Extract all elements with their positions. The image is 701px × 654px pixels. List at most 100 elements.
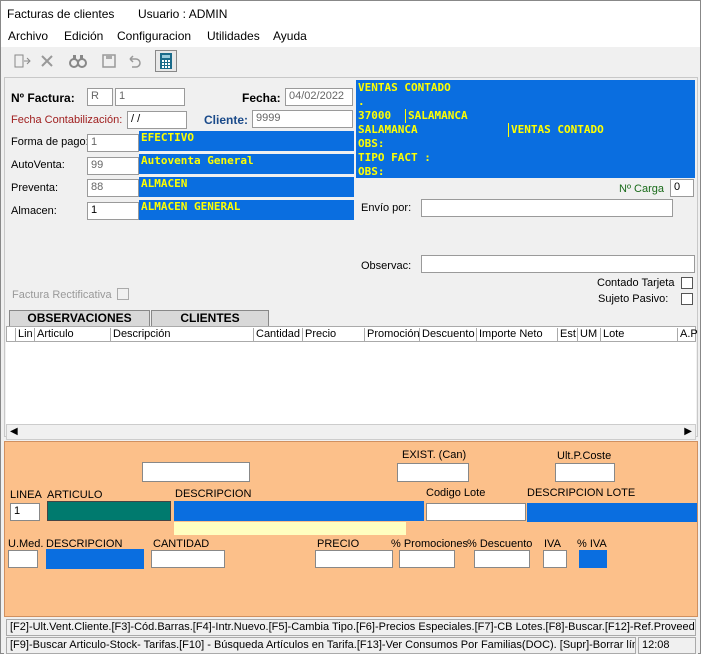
contado-tarjeta-checkbox[interactable] [681,277,693,289]
shortcuts-line-1: [F2]-Ult.Vent.Cliente.[F3]-Cód.Barras.[F… [6,619,696,636]
col-cantidad[interactable]: Cantidad [253,328,300,342]
contabilizacion-label: Fecha Contabilización: [11,114,123,126]
exist-label: EXIST. (Can) [402,449,467,461]
pct-iva-label: % IVA [577,538,607,550]
cantidad-label: CANTIDAD [153,538,210,550]
menu-edicion[interactable]: Edición [64,29,103,43]
col-ap[interactable]: A.P [677,328,698,342]
col-um[interactable]: UM [577,328,597,342]
contado-tarjeta-label: Contado Tarjeta [597,277,675,289]
ult-coste-label: Ult.P.Coste [557,450,612,462]
envio-label: Envío por: [361,202,412,214]
descripcion-label: DESCRIPCION [175,488,252,500]
carga-field[interactable]: 0 [670,179,694,197]
new-entry-icon[interactable] [11,50,33,72]
descuento-label: % Descuento [467,538,533,550]
cliente-label: Cliente: [204,113,249,127]
descripcion2-field[interactable] [46,549,144,569]
envio-field[interactable] [421,199,673,217]
codigo-lote-field[interactable] [426,503,526,521]
pct-iva-field[interactable] [579,550,607,568]
rectificativa-label: Factura Rectificativa [12,289,112,301]
forma-pago-code-field[interactable]: 1 [87,134,139,152]
client-info-line: OBS: [358,165,385,178]
menu-bar: Archivo Edición Configuracion Utilidades… [1,27,700,47]
calculator-icon[interactable] [155,50,177,72]
exist-field[interactable] [397,463,469,482]
undo-icon[interactable] [123,50,145,72]
col-lote[interactable]: Lote [600,328,624,342]
umed-label: U.Med. [8,538,44,550]
delete-icon[interactable] [36,50,58,72]
observac-field[interactable] [421,255,695,273]
autoventa-label: AutoVenta: [11,159,65,171]
save-icon[interactable] [98,50,120,72]
preventa-code-field[interactable]: 88 [87,179,139,197]
descuento-field[interactable] [474,550,530,568]
binoculars-icon[interactable] [67,50,89,72]
promociones-field[interactable] [399,550,455,568]
sujeto-pasivo-checkbox[interactable] [681,293,693,305]
almacen-code-field[interactable]: 1 [87,202,139,220]
line-detail-panel: EXIST. (Can) Ult.P.Coste LINEA 1 ARTICUL… [4,441,698,617]
col-lin[interactable]: Lin [15,328,33,342]
client-postal-code: 37000 [358,109,392,122]
status-clock: 12:08 [638,637,696,654]
col-promocion[interactable]: Promoción [364,328,420,342]
menu-configuracion[interactable]: Configuracion [117,29,191,43]
scroll-right-icon[interactable]: ▶ [684,426,692,437]
client-province: SALAMANCA [358,123,418,136]
status-bar: [F2]-Ult.Vent.Cliente.[F3]-Cód.Barras.[F… [4,618,698,654]
promociones-label: % Promociones [391,538,469,550]
precio-label: PRECIO [317,538,360,550]
serie-field[interactable]: R [87,88,113,106]
col-descripcion[interactable]: Descripción [110,328,170,342]
descripcion-field[interactable] [174,501,424,521]
col-est[interactable]: Est [557,328,576,342]
col-articulo[interactable]: Articulo [34,328,74,342]
ult-coste-field[interactable] [555,463,615,482]
col-descuento[interactable]: Descuento [419,328,475,342]
almacen-name: ALMACEN GENERAL [139,200,354,220]
col-importe-neto[interactable]: Importe Neto [476,328,543,342]
client-city: SALAMANCA [405,109,468,123]
cantidad-field[interactable] [151,550,225,568]
iva-field[interactable] [543,550,567,568]
horizontal-scrollbar[interactable]: ◀ ▶ [6,424,696,440]
autoventa-name: Autoventa General [139,154,354,174]
articulo-label: ARTICULO [47,489,103,501]
scroll-left-icon[interactable]: ◀ [10,426,18,437]
tab-observaciones[interactable]: OBSERVACIONES [9,310,150,327]
descripcion-extra-field[interactable] [174,522,406,535]
articulo-field[interactable] [47,501,171,521]
client-info-panel: VENTAS CONTADO . 37000 SALAMANCA SALAMANC… [356,80,695,178]
precio-field[interactable] [315,550,393,568]
iva-label: IVA [544,538,561,550]
contabilizacion-field[interactable]: / / [127,111,187,129]
menu-ayuda[interactable]: Ayuda [273,29,307,43]
fecha-field[interactable]: 04/02/2022 [285,88,353,106]
autoventa-code-field[interactable]: 99 [87,157,139,175]
sujeto-pasivo-label: Sujeto Pasivo: [598,293,669,305]
descripcion-lote-label: DESCRIPCION LOTE [527,487,636,499]
article-lookup-field[interactable] [142,462,250,482]
tab-clientes[interactable]: CLIENTES [151,310,269,327]
menu-utilidades[interactable]: Utilidades [207,29,260,43]
rectificativa-checkbox[interactable] [117,288,129,300]
linea-field[interactable]: 1 [10,503,40,521]
client-info-line: VENTAS CONTADO [358,81,451,94]
main-window: Facturas de clientes Usuario : ADMIN Arc… [0,0,701,654]
fecha-label: Fecha: [242,91,281,105]
user-label: Usuario : ADMIN [138,7,228,21]
col-precio[interactable]: Precio [302,328,336,342]
grid-header: Lin Articulo Descripción Cantidad Precio… [6,326,698,342]
lines-grid[interactable] [6,342,696,424]
codigo-lote-label: Codigo Lote [426,487,486,499]
umed-field[interactable] [8,550,38,568]
descripcion-lote-field[interactable] [527,503,697,522]
preventa-name: ALMACEN [139,177,354,197]
preventa-label: Preventa: [11,182,59,194]
cliente-field[interactable]: 9999 [252,110,353,128]
menu-archivo[interactable]: Archivo [8,29,48,43]
factura-number-field[interactable]: 1 [115,88,185,106]
